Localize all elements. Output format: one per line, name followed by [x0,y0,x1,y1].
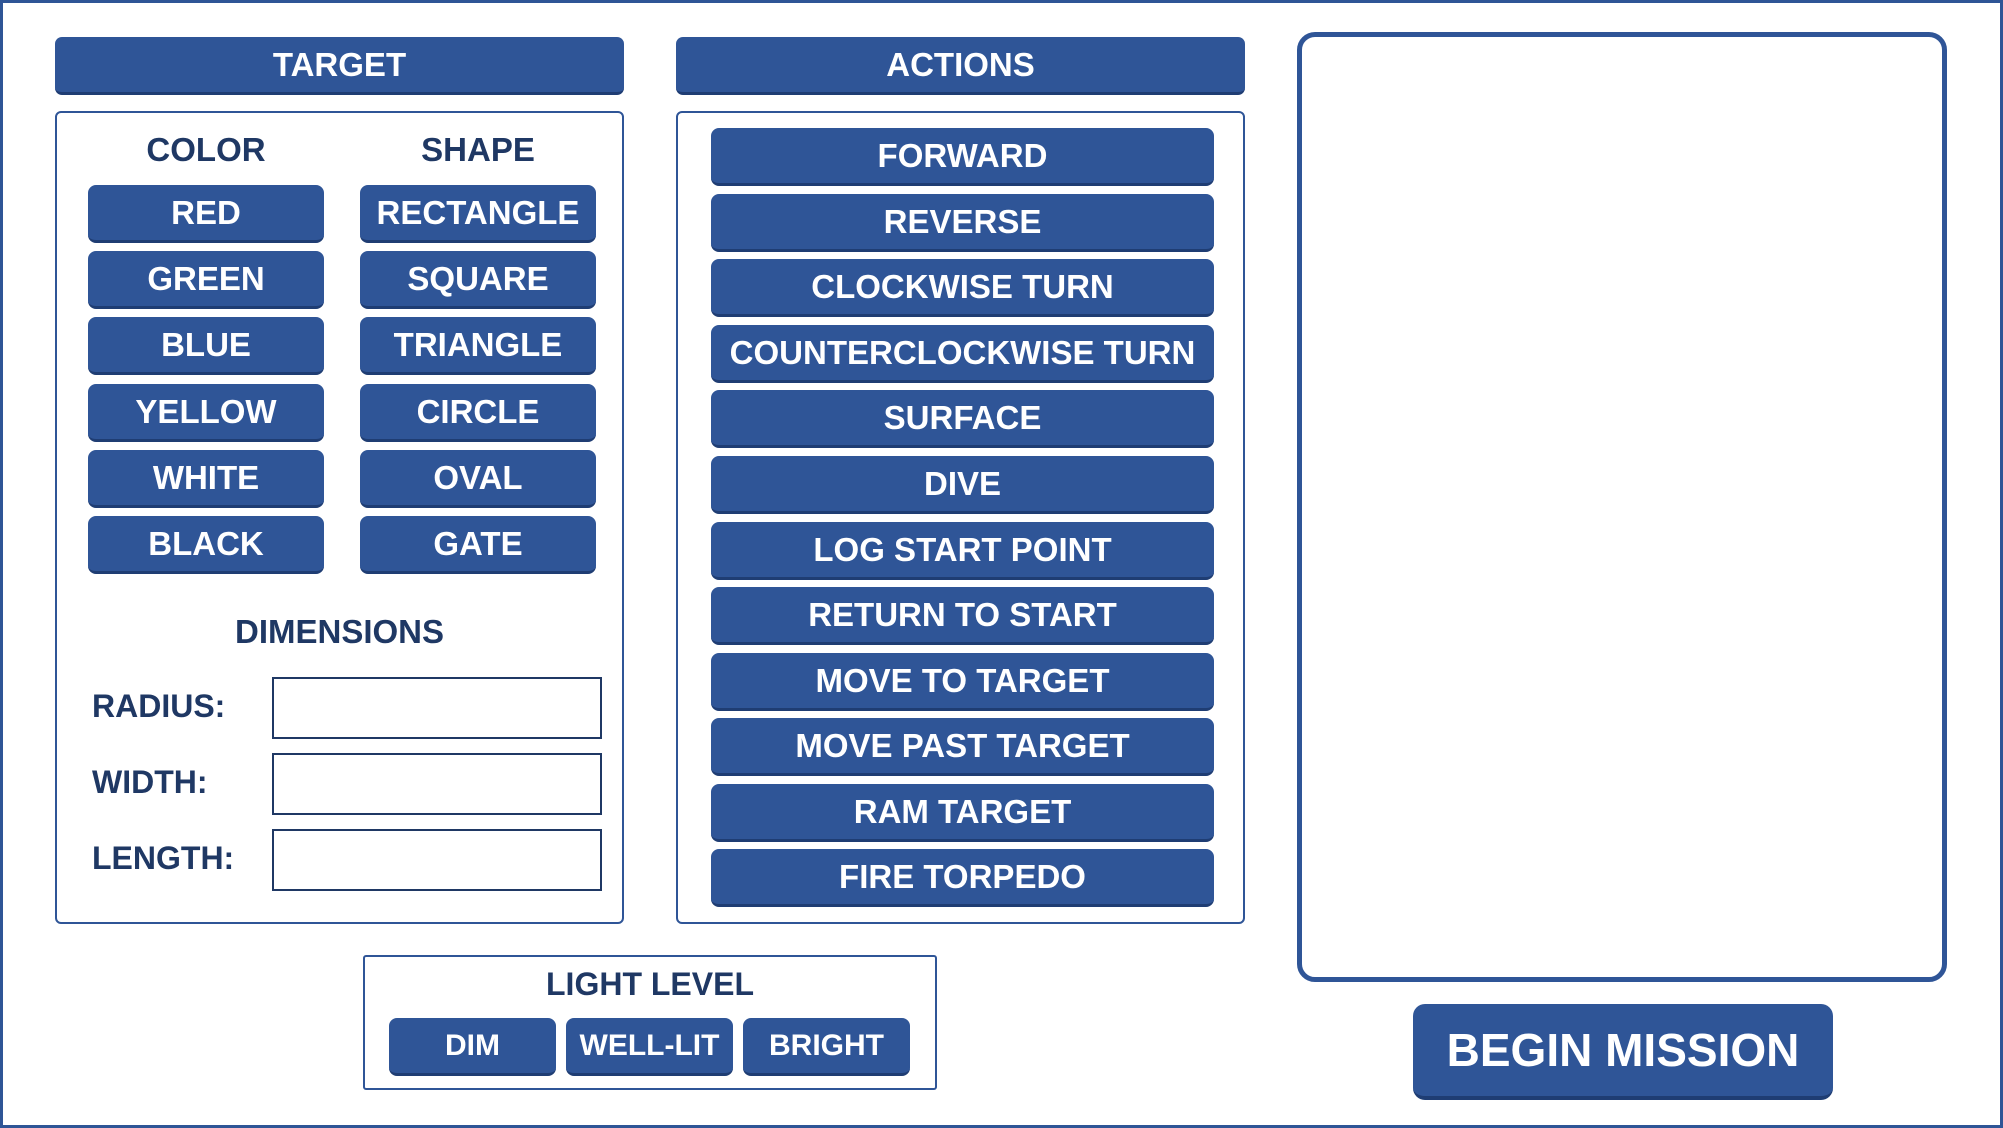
shape-button-rectangle[interactable]: RECTANGLE [360,185,596,243]
light-level-heading: LIGHT LEVEL [546,966,754,1002]
color-button-yellow[interactable]: YELLOW [88,384,324,442]
action-button-counterclockwise-turn[interactable]: COUNTERCLOCKWISE TURN [711,325,1214,383]
shape-button-circle[interactable]: CIRCLE [360,384,596,442]
shape-button-square[interactable]: SQUARE [360,251,596,309]
radius-label: RADIUS: [92,688,226,724]
shape-button-gate[interactable]: GATE [360,516,596,574]
target-header: TARGET [55,37,624,95]
shape-button-oval[interactable]: OVAL [360,450,596,508]
action-button-move-past-target[interactable]: MOVE PAST TARGET [711,718,1214,776]
color-button-white[interactable]: WHITE [88,450,324,508]
action-button-reverse[interactable]: REVERSE [711,194,1214,252]
action-button-forward[interactable]: FORWARD [711,128,1214,186]
action-button-log-start-point[interactable]: LOG START POINT [711,522,1214,580]
light-button-dim[interactable]: DIM [389,1018,556,1076]
width-label: WIDTH: [92,764,208,800]
action-button-surface[interactable]: SURFACE [711,390,1214,448]
shape-heading: SHAPE [421,131,535,168]
action-button-dive[interactable]: DIVE [711,456,1214,514]
shape-button-triangle[interactable]: TRIANGLE [360,317,596,375]
begin-mission-button[interactable]: BEGIN MISSION [1413,1004,1833,1100]
length-input[interactable] [272,829,602,891]
actions-header: ACTIONS [676,37,1245,95]
radius-input[interactable] [272,677,602,739]
length-label: LENGTH: [92,840,235,876]
width-input[interactable] [272,753,602,815]
color-button-black[interactable]: BLACK [88,516,324,574]
action-button-fire-torpedo[interactable]: FIRE TORPEDO [711,849,1214,907]
dimensions-heading: DIMENSIONS [234,613,445,650]
action-button-return-to-start[interactable]: RETURN TO START [711,587,1214,645]
color-button-green[interactable]: GREEN [88,251,324,309]
light-button-bright[interactable]: BRIGHT [743,1018,910,1076]
action-button-move-to-target[interactable]: MOVE TO TARGET [711,653,1214,711]
action-button-clockwise-turn[interactable]: CLOCKWISE TURN [711,259,1214,317]
color-button-red[interactable]: RED [88,185,324,243]
light-button-well-lit[interactable]: WELL-LIT [566,1018,733,1076]
color-heading: COLOR [146,131,266,168]
color-button-blue[interactable]: BLUE [88,317,324,375]
action-button-ram-target[interactable]: RAM TARGET [711,784,1214,842]
mission-preview-panel [1297,32,1947,982]
